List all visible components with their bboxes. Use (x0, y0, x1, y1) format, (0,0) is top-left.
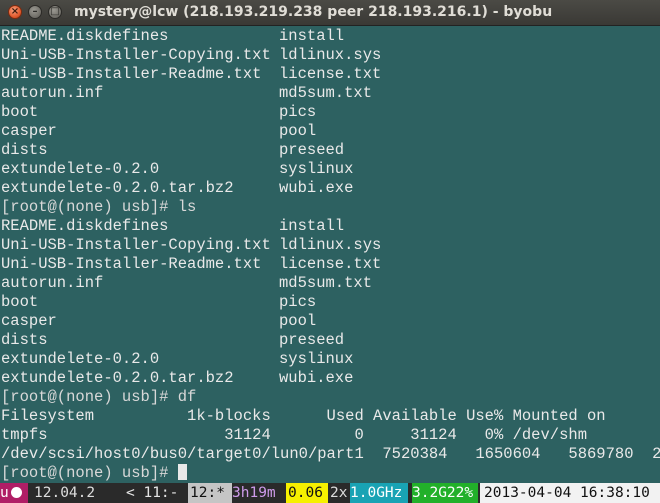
minimize-icon: – (32, 6, 38, 17)
maximize-button[interactable]: □ (48, 5, 62, 19)
cpu-frequency: 1.0GHz (350, 483, 408, 503)
df-header: Filesystem 1k-blocks Used Available Use%… (1, 407, 606, 425)
ls-entry: pool (279, 312, 317, 330)
ls-entry: syslinux (279, 350, 354, 368)
ls-entry: extundelete-0.2.0.tar.bz2 (1, 179, 234, 197)
command-line: [root@(none) usb]# ls (1, 198, 197, 216)
uptime: 3h19m (232, 483, 284, 503)
ls-entry: pics (279, 103, 317, 121)
ls-entry: preseed (279, 331, 345, 349)
current-prompt[interactable]: [root@(none) usb]# (1, 464, 187, 483)
ls-entry: casper (1, 122, 57, 140)
maximize-icon: □ (50, 6, 60, 17)
ls-entry: dists (1, 331, 48, 349)
terminal-output[interactable]: README.diskdefines install Uni-USB-Insta… (0, 27, 660, 483)
ls-entry: md5sum.txt (279, 274, 373, 292)
ubuntu-logo-badge: u (0, 483, 28, 503)
cpu-count: 2x (330, 485, 348, 501)
ls-entry: pool (279, 122, 317, 140)
logo-label: u (0, 485, 9, 501)
window-title: mystery@lcw (218.193.219.238 peer 218.19… (74, 4, 553, 20)
ls-entry: install (279, 217, 345, 235)
ls-entry: install (279, 27, 345, 45)
text-cursor (177, 464, 187, 480)
close-button[interactable]: × (8, 5, 22, 19)
ls-entry: syslinux (279, 160, 354, 178)
ls-entry: Uni-USB-Installer-Readme.txt (1, 65, 262, 83)
ls-entry: autorun.inf (1, 274, 104, 292)
ls-entry: README.diskdefines (1, 27, 169, 45)
ls-entry: Uni-USB-Installer-Copying.txt (1, 46, 271, 64)
ls-entry: Uni-USB-Installer-Copying.txt (1, 236, 271, 254)
prompt-text: [root@(none) usb]# (1, 464, 178, 482)
ls-entry: wubi.exe (279, 369, 354, 387)
ls-entry: casper (1, 312, 57, 330)
ubuntu-logo-icon (10, 487, 22, 498)
ls-entry: license.txt (279, 255, 382, 273)
df-row: /dev/scsi/host0/bus0/target0/lun0/part1 … (1, 445, 660, 463)
ls-entry: Uni-USB-Installer-Readme.txt (1, 255, 262, 273)
ls-entry: boot (1, 103, 39, 121)
ls-entry: pics (279, 293, 317, 311)
ls-entry: boot (1, 293, 39, 311)
df-row: tmpfs 31124 0 31124 0% /dev/shm (1, 426, 587, 444)
memory-usage: 3.2G22% (412, 483, 478, 503)
ls-entry: extundelete-0.2.0.tar.bz2 (1, 369, 234, 387)
load-average: 0.06 (286, 483, 328, 503)
ls-entry: README.diskdefines (1, 217, 169, 235)
close-icon: × (10, 6, 20, 17)
ls-entry: ldlinux.sys (279, 46, 382, 64)
ls-entry: preseed (279, 141, 345, 159)
ls-entry: ldlinux.sys (279, 236, 382, 254)
window-list-previous[interactable]: < 11:- (126, 483, 178, 503)
date-time: 2013-04-04 16:38:10 (480, 483, 660, 503)
window-list-active[interactable]: 12:* (188, 483, 232, 503)
ls-entry: wubi.exe (279, 179, 354, 197)
command-line: [root@(none) usb]# df (1, 388, 197, 406)
ls-entry: extundelete-0.2.0 (1, 350, 160, 368)
ls-entry: extundelete-0.2.0 (1, 160, 160, 178)
title-bar: × – □ mystery@lcw (218.193.219.238 peer … (0, 0, 660, 26)
terminal-window: × – □ mystery@lcw (218.193.219.238 peer … (0, 0, 660, 503)
ls-entry: dists (1, 141, 48, 159)
release-version: 12.04.2 (28, 483, 126, 503)
ls-entry: md5sum.txt (279, 84, 373, 102)
ls-entry: autorun.inf (1, 84, 104, 102)
ls-entry: license.txt (279, 65, 382, 83)
byobu-status-bar: u 12.04.2 < 11:- 12:* 3h19m 0.06 2x 1.0G… (0, 483, 660, 503)
minimize-button[interactable]: – (28, 5, 42, 19)
